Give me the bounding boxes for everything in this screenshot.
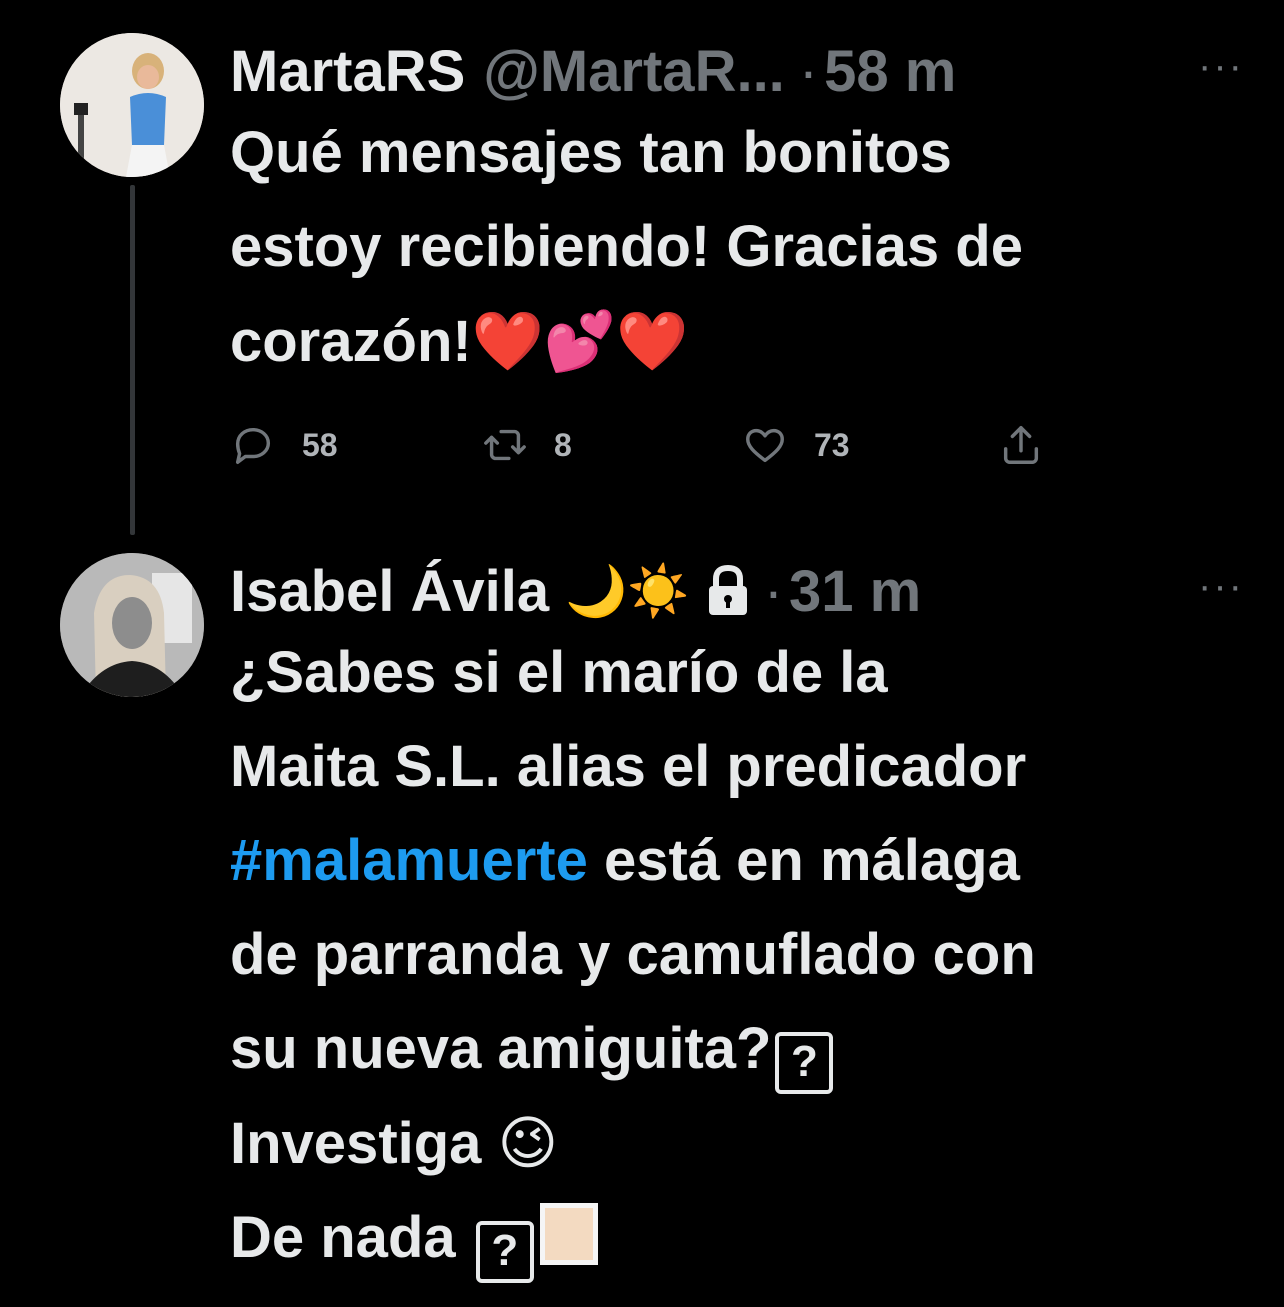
tweet-martars[interactable]: MartaRS @MartaR... · 58 m ··· Qué mensaj… <box>230 38 1244 389</box>
like-count: 73 <box>814 426 850 463</box>
tweet-line: De nada ? <box>230 1191 1244 1285</box>
display-name[interactable]: MartaRS <box>230 38 465 105</box>
user-handle[interactable]: @MartaR... <box>483 38 785 105</box>
tweet-line: estoy recibiendo! Gracias de <box>230 214 1023 279</box>
wink-emoji: 😉 <box>497 1109 559 1177</box>
unknown-glyph-box: ? <box>775 1032 834 1094</box>
reply-count: 58 <box>302 426 338 463</box>
retweet-button[interactable]: 8 <box>482 422 572 468</box>
tweet-line-text: De nada <box>230 1205 456 1270</box>
tweet-header: Isabel Ávila 🌙☀️ · 31 m ··· <box>230 558 1244 624</box>
timestamp[interactable]: 31 m <box>789 558 921 625</box>
tweet-line: su nueva amiguita?? <box>230 1002 1244 1096</box>
thread-connector-line <box>130 185 135 535</box>
tweet-line: #malamuerte está en málaga <box>230 814 1244 908</box>
tweet-line-text: su nueva amiguita? <box>230 1016 772 1081</box>
avatar-martars[interactable] <box>60 33 204 177</box>
retweet-count: 8 <box>554 426 572 463</box>
tweet-text: Qué mensajes tan bonitos estoy recibiend… <box>230 106 1244 389</box>
tweet-line: de parranda y camuflado con <box>230 922 1036 987</box>
tweet-text: ¿Sabes si el marío de la Maita S.L. alia… <box>230 626 1244 1285</box>
heart-emojis: ❤️💕❤️ <box>471 307 689 375</box>
lock-icon <box>706 564 750 617</box>
tweet-line: Qué mensajes tan bonitos <box>230 120 952 185</box>
skin-tone-swatch <box>539 1203 598 1265</box>
tweet-line: ¿Sabes si el marío de la <box>230 640 888 705</box>
hashtag-link[interactable]: #malamuerte <box>230 828 588 893</box>
display-name[interactable]: Isabel Ávila <box>230 558 549 625</box>
timestamp[interactable]: 58 m <box>824 38 956 105</box>
share-button[interactable] <box>998 422 1044 468</box>
unknown-glyph-box: ? <box>475 1221 534 1283</box>
tweet-isabel-avila[interactable]: Isabel Ávila 🌙☀️ · 31 m ··· ¿Sabes si el… <box>230 558 1244 1285</box>
heart-icon <box>746 428 784 463</box>
top-partial-tweet <box>150 0 750 6</box>
reply-button[interactable]: 58 <box>230 422 338 468</box>
share-icon <box>1003 426 1039 464</box>
tweet-line-text: corazón! <box>230 309 472 374</box>
tweet-line: Investiga 😉 <box>230 1096 1244 1191</box>
name-emojis: 🌙☀️ <box>565 561 690 620</box>
tweet-action-bar: 58 8 73 <box>230 422 1050 484</box>
retweet-icon <box>484 429 526 461</box>
reply-icon <box>235 427 271 464</box>
more-options-icon[interactable]: ··· <box>1198 564 1244 609</box>
separator-dot: · <box>763 558 784 624</box>
tweet-line-text: está en málaga <box>587 828 1020 893</box>
more-options-icon[interactable]: ··· <box>1198 44 1244 89</box>
like-button[interactable]: 73 <box>742 422 850 468</box>
separator-dot: · <box>798 38 819 104</box>
tweet-line: corazón!❤️💕❤️ <box>230 294 1244 389</box>
tweet-line: Maita S.L. alias el predicador <box>230 734 1027 799</box>
tweet-line-text: Investiga <box>230 1111 482 1176</box>
tweet-header: MartaRS @MartaR... · 58 m ··· <box>230 38 1244 104</box>
avatar-isabel-avila[interactable] <box>60 553 204 697</box>
